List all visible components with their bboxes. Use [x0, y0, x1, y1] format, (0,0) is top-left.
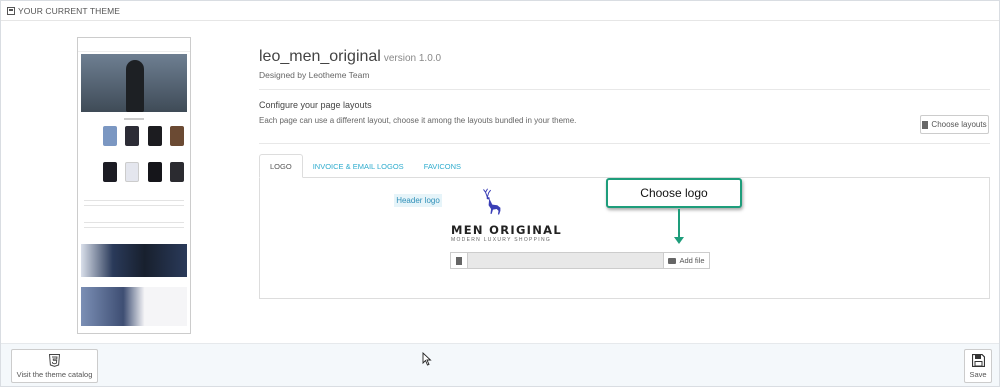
thumb-hero-image — [81, 54, 187, 112]
panel-footer — [1, 343, 999, 386]
divider — [259, 89, 990, 90]
deer-logo-icon — [483, 188, 501, 215]
panel-heading: YOUR CURRENT THEME — [1, 1, 999, 21]
theme-author: Designed by Leotheme Team — [259, 70, 370, 80]
visit-theme-catalog-button[interactable]: Visit the theme catalog — [11, 349, 98, 383]
file-icon — [922, 120, 929, 129]
theme-name: leo_men_original — [259, 48, 381, 65]
thumb-topbar — [78, 38, 190, 52]
choose-logo-callout: Choose logo — [606, 178, 742, 208]
divider — [259, 143, 990, 144]
theme-title: leo_men_original version 1.0.0 — [259, 48, 441, 66]
file-icon — [451, 253, 468, 268]
logo-file-upload: Add file — [450, 252, 710, 269]
panel-heading-text: YOUR CURRENT THEME — [18, 5, 121, 16]
tab-logo[interactable]: LOGO — [259, 154, 303, 178]
add-file-label: Add file — [679, 256, 705, 265]
tab-invoice-email-logos[interactable]: INVOICE & EMAIL LOGOS — [303, 154, 414, 178]
arrow-down-icon — [674, 237, 684, 244]
logo-file-input[interactable] — [468, 253, 663, 268]
logo-tabs: LOGO INVOICE & EMAIL LOGOS FAVICONS — [259, 154, 471, 178]
tab-favicons[interactable]: FAVICONS — [414, 154, 471, 178]
catalog-label: Visit the theme catalog — [16, 369, 93, 379]
header-logo-label: Header logo — [394, 194, 442, 207]
add-file-button[interactable]: Add file — [663, 253, 709, 268]
layouts-description: Each page can use a different layout, ch… — [259, 116, 577, 125]
callout-arrow — [678, 209, 680, 239]
save-disk-icon — [971, 353, 985, 367]
logo-tagline: MODERN LUXURY SHOPPING — [451, 237, 552, 243]
theme-version: version 1.0.0 — [383, 53, 442, 64]
theme-thumbnail — [77, 37, 191, 334]
choose-layouts-label: Choose layouts — [931, 120, 987, 129]
logo-text: MEN ORIGINAL — [451, 223, 563, 237]
layouts-title: Configure your page layouts — [259, 100, 372, 110]
theme-icon — [7, 6, 15, 15]
mouse-cursor-icon — [422, 352, 432, 366]
callout-text: Choose logo — [640, 186, 708, 200]
save-label: Save — [969, 369, 987, 379]
choose-layouts-button[interactable]: Choose layouts — [920, 115, 989, 134]
save-button[interactable]: Save — [964, 349, 992, 383]
html5-icon — [49, 353, 60, 367]
folder-open-icon — [668, 257, 677, 264]
